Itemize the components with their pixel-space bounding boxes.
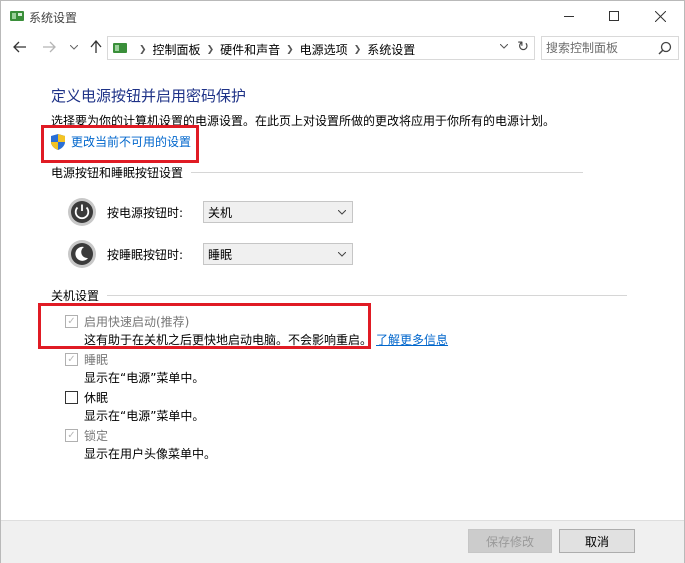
hibernate-label: 休眠 <box>84 391 109 405</box>
back-button[interactable] <box>10 37 30 57</box>
cancel-button[interactable]: 取消 <box>559 529 635 553</box>
close-button[interactable] <box>637 1 683 31</box>
close-icon <box>654 10 666 22</box>
breadcrumb-separator-icon[interactable]: ❯ <box>286 45 294 55</box>
learn-more-link[interactable]: 了解更多信息 <box>376 333 448 347</box>
minimize-button[interactable] <box>546 1 592 31</box>
power-button-row: 按电源按钮时: 关机 <box>67 197 353 227</box>
section-heading-text: 关机设置 <box>51 289 100 303</box>
window-title: 系统设置 <box>29 11 78 25</box>
section-divider <box>191 172 584 173</box>
power-button-action-value: 关机 <box>208 206 233 220</box>
power-button-label: 按电源按钮时: <box>107 205 184 220</box>
sleep-checkbox[interactable]: ✓ <box>65 353 78 366</box>
sleep-button-icon <box>68 240 96 268</box>
breadcrumb-power-options[interactable]: 电源选项 <box>300 41 348 58</box>
breadcrumb-separator-icon[interactable]: ❯ <box>207 45 215 55</box>
control-panel-icon <box>10 11 24 21</box>
hibernate-description: 显示在“电源”菜单中。 <box>84 409 205 423</box>
navigation-bar: ❯ 控制面板 ❯ 硬件和声音 ❯ 电源选项 ❯ 系统设置 ↻ <box>1 32 684 62</box>
lock-checkbox[interactable]: ✓ <box>65 429 78 442</box>
maximize-button[interactable] <box>591 1 637 31</box>
refresh-icon[interactable]: ↻ <box>517 39 529 55</box>
chevron-down-icon <box>70 44 78 50</box>
arrow-left-icon <box>13 41 26 53</box>
power-button-action-select[interactable]: 关机 <box>203 201 353 223</box>
hibernate-checkbox[interactable] <box>65 391 78 404</box>
chevron-down-icon <box>338 210 346 215</box>
sleep-button-label: 按睡眠按钮时: <box>107 247 184 262</box>
search-icon[interactable] <box>658 41 672 55</box>
shutdown-settings-section-heading: 关机设置 <box>51 287 628 304</box>
address-bar[interactable]: ❯ 控制面板 ❯ 硬件和声音 ❯ 电源选项 ❯ 系统设置 ↻ <box>107 36 535 60</box>
address-dropdown-icon[interactable] <box>499 42 509 52</box>
search-input[interactable] <box>546 40 656 56</box>
minimize-icon <box>564 15 574 17</box>
title-bar: 系统设置 <box>1 1 684 31</box>
power-buttons-section-heading: 电源按钮和睡眠按钮设置 <box>51 164 584 181</box>
breadcrumb-separator-icon[interactable]: ❯ <box>139 45 147 55</box>
sleep-button-action-value: 睡眠 <box>208 248 233 262</box>
search-box[interactable] <box>541 36 679 60</box>
system-settings-window: 系统设置 ❯ 控制面板 ❯ 硬件和声音 ❯ 电源选项 ❯ 系统设置 ↻ 搜索控制… <box>0 0 685 563</box>
section-heading-text: 电源按钮和睡眠按钮设置 <box>51 166 184 180</box>
section-divider <box>107 295 628 296</box>
chevron-down-icon <box>338 252 346 257</box>
breadcrumb-separator-icon[interactable]: ❯ <box>354 45 362 55</box>
highlight-box <box>38 303 371 349</box>
control-panel-icon <box>113 43 127 53</box>
sleep-label: 睡眠 <box>84 353 109 367</box>
power-button-icon <box>68 198 96 226</box>
breadcrumb-hardware-sound[interactable]: 硬件和声音 <box>220 41 280 58</box>
sleep-description: 显示在“电源”菜单中。 <box>84 371 205 385</box>
recent-locations-button[interactable] <box>64 37 84 57</box>
lock-label: 锁定 <box>84 429 109 443</box>
footer-bar: 保存修改 取消 <box>1 521 684 563</box>
sleep-button-action-select[interactable]: 睡眠 <box>203 243 353 265</box>
up-button[interactable] <box>86 37 106 57</box>
breadcrumb: ❯ 控制面板 ❯ 硬件和声音 ❯ 电源选项 ❯ 系统设置 <box>133 41 415 58</box>
forward-button[interactable] <box>39 37 59 57</box>
highlight-box <box>41 125 199 163</box>
arrow-right-icon <box>43 41 56 53</box>
lock-description: 显示在用户头像菜单中。 <box>84 447 217 461</box>
maximize-icon <box>609 11 619 21</box>
sleep-button-row: 按睡眠按钮时: 睡眠 <box>67 239 353 269</box>
breadcrumb-system-settings[interactable]: 系统设置 <box>367 41 415 58</box>
breadcrumb-control-panel[interactable]: 控制面板 <box>153 41 201 58</box>
arrow-up-icon <box>90 40 102 53</box>
save-changes-button[interactable]: 保存修改 <box>468 529 552 553</box>
page-title: 定义电源按钮并启用密码保护 <box>51 87 247 105</box>
